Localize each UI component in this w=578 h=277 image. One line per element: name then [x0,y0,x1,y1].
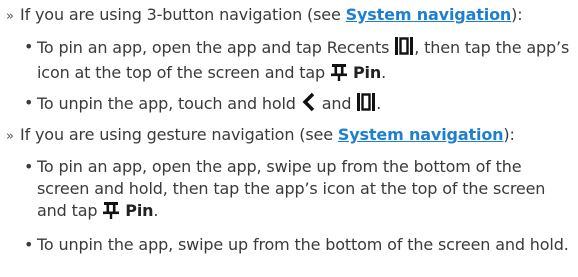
gesture-intro: » If you are using gesture navigation (se… [6,124,515,148]
text-part: and [316,94,357,113]
text-part: To unpin the app, touch and hold [37,94,301,113]
system-navigation-link[interactable]: System navigation [338,125,504,144]
system-navigation-link[interactable]: System navigation [346,5,512,24]
back-icon [301,92,317,118]
list-item-unpin-3button: • To unpin the app, touch and hold and . [24,92,574,118]
help-page: » If you are using 3-button navigation (s… [0,0,578,277]
bullet-marker: • [24,93,34,112]
intro-suffix: ): [503,125,515,144]
text-end: . [381,63,387,82]
recents-icon [394,36,414,62]
bullet-marker: • [24,37,34,56]
list-item-text: To unpin the app, touch and hold and . [37,92,574,118]
list-item-text: To pin an app, open the app and tap Rece… [37,36,574,87]
bullet-marker: • [24,235,34,254]
list-item-text: To unpin the app, swipe up from the bott… [37,235,569,254]
text-end: . [153,201,159,220]
bullet-marker: • [24,157,34,176]
intro-text: If you are using gesture navigation (see [20,125,338,144]
intro-text: If you are using 3-button navigation (se… [20,5,346,24]
list-item-pin-gesture: • To pin an app, open the app, swipe up … [24,156,574,225]
intro-suffix: ): [511,5,523,24]
list-item-unpin-gesture: • To unpin the app, swipe up from the bo… [24,234,574,256]
pin-label: Pin [125,201,154,220]
text-part: To pin an app, open the app and tap Rece… [37,38,395,57]
pin-icon [330,63,348,87]
recents-icon [356,92,376,118]
text-end: . [376,94,382,113]
list-item-text: To pin an app, open the app, swipe up fr… [37,156,574,225]
chevron-marker: » [6,129,14,144]
list-item-pin-3button: • To pin an app, open the app and tap Re… [24,36,574,87]
three-button-intro: » If you are using 3-button navigation (s… [6,4,523,28]
chevron-marker: » [6,9,14,24]
pin-label: Pin [352,63,382,82]
pin-icon [102,201,120,225]
